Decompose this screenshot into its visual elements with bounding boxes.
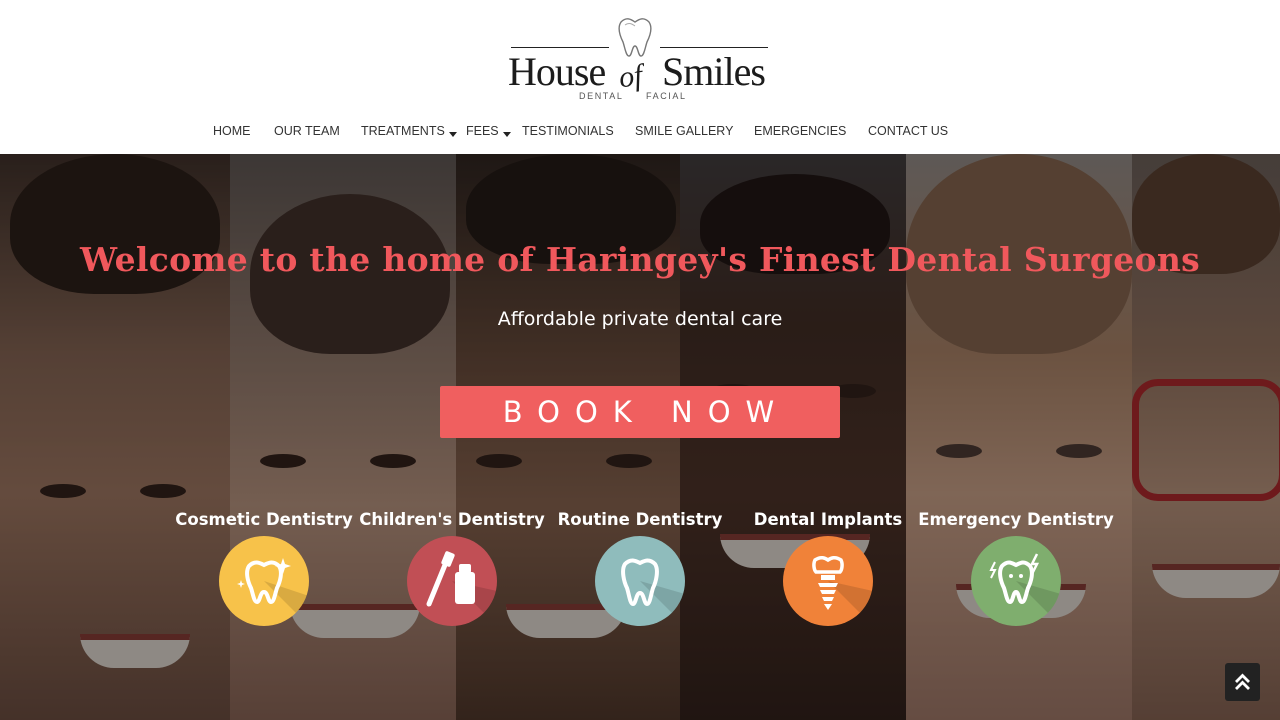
logo-sub-dental: DENTAL xyxy=(579,91,624,101)
nav-treatments-label: TREATMENTS xyxy=(361,124,445,138)
nav-our-team-label: OUR TEAM xyxy=(274,124,340,138)
logo-sub-facial: FACIAL xyxy=(646,91,687,101)
service-cosmetic-dentistry[interactable]: Cosmetic Dentistry xyxy=(164,510,364,626)
service-childrens-dentistry[interactable]: Children's Dentistry xyxy=(352,510,552,626)
logo-word-smiles: Smiles xyxy=(662,49,766,94)
caret-down-icon xyxy=(448,132,457,137)
service-label: Dental Implants xyxy=(753,510,903,529)
service-emergency-dentistry[interactable]: Emergency Dentistry xyxy=(916,510,1116,626)
nav-emergencies-label: EMERGENCIES xyxy=(754,124,847,138)
main-nav: HOME OUR TEAM TREATMENTS FEES TESTIMONIA… xyxy=(0,121,1280,141)
hero-headline: Welcome to the home of Haringey's Finest… xyxy=(79,240,1201,279)
nav-testimonials[interactable]: TESTIMONIALS xyxy=(522,121,614,141)
service-label: Routine Dentistry xyxy=(557,510,723,529)
nav-treatments[interactable]: TREATMENTS xyxy=(361,121,457,141)
logo-rule-right xyxy=(660,47,768,48)
service-label: Cosmetic Dentistry xyxy=(175,510,353,529)
emergency-tooth-icon xyxy=(971,536,1061,626)
nav-contact-us-label: CONTACT US xyxy=(868,124,949,138)
nav-home[interactable]: HOME xyxy=(213,121,251,141)
nav-home-label: HOME xyxy=(213,124,251,138)
tooth-icon xyxy=(595,536,685,626)
nav-contact-us[interactable]: CONTACT US xyxy=(868,121,948,141)
service-routine-dentistry[interactable]: Routine Dentistry xyxy=(540,510,740,626)
site-logo[interactable]: House of Smiles DENTAL FACIAL xyxy=(505,14,775,110)
hero-subheadline: Affordable private dental care xyxy=(497,308,783,330)
logo-word-of: of xyxy=(616,58,645,95)
nav-fees[interactable]: FEES xyxy=(466,121,511,141)
service-label: Emergency Dentistry xyxy=(918,510,1114,529)
nav-our-team[interactable]: OUR TEAM xyxy=(274,121,340,141)
nav-emergencies[interactable]: EMERGENCIES xyxy=(754,121,846,141)
logo-word-house: House xyxy=(508,49,606,94)
nav-smile-gallery-label: SMILE GALLERY xyxy=(635,124,734,138)
toothbrush-toothpaste-icon xyxy=(407,536,497,626)
double-chevron-up-icon xyxy=(1235,673,1250,690)
scroll-to-top-button[interactable] xyxy=(1225,663,1260,701)
dental-implant-icon xyxy=(783,536,873,626)
tooth-logo-icon xyxy=(618,18,652,57)
nav-testimonials-label: TESTIMONIALS xyxy=(522,124,614,138)
sparkling-tooth-icon xyxy=(219,536,309,626)
service-dental-implants[interactable]: Dental Implants xyxy=(728,510,928,626)
caret-down-icon xyxy=(502,132,511,137)
logo-rule-left xyxy=(511,47,609,48)
nav-smile-gallery[interactable]: SMILE GALLERY xyxy=(635,121,733,141)
hero-banner: Welcome to the home of Haringey's Finest… xyxy=(0,154,1280,720)
site-header: House of Smiles DENTAL FACIAL HOME OUR T… xyxy=(0,0,1280,154)
book-now-button[interactable]: BOOK NOW xyxy=(440,386,840,438)
service-label: Children's Dentistry xyxy=(359,510,545,529)
nav-fees-label: FEES xyxy=(466,124,499,138)
